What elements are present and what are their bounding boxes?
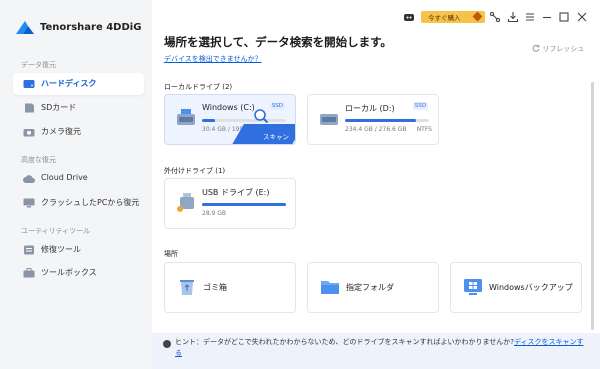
location-label: 指定フォルダ	[346, 283, 394, 292]
windows-backup-icon	[464, 279, 482, 295]
toolbox-icon	[23, 268, 35, 278]
refresh-label: リフレッシュ	[542, 45, 585, 53]
folder-icon	[321, 281, 339, 294]
sidebar: Tenorshare 4DDiG データ復元 ハードディスク SDカード カメラ…	[0, 0, 152, 369]
crashed-pc-icon	[23, 198, 35, 208]
drive-size: 28.9 GB	[202, 210, 227, 217]
sidebar-item-crashed-pc[interactable]: クラッシュしたPCから復元	[13, 192, 144, 214]
hard-drive-icon	[177, 109, 195, 125]
buy-now-label: 今すぐ購入	[428, 14, 461, 22]
drive-usage-fill	[345, 119, 417, 122]
sidebar-item-cloud-drive[interactable]: Cloud Drive	[13, 168, 144, 190]
sidebar-item-label: ツールボックス	[41, 268, 97, 277]
drive-name: Windows (C:)	[202, 103, 255, 112]
scan-button[interactable]: スキャン	[263, 131, 289, 141]
hint-bar: ヒント：データがどこで失われたかわからないため、どのドライブをスキャンすればよい…	[152, 333, 600, 369]
sidebar-item-sd-card[interactable]: SDカード	[13, 97, 144, 119]
minimize-icon[interactable]	[541, 11, 553, 23]
scrollbar[interactable]	[591, 82, 594, 330]
drive-name: ローカル (D:)	[345, 104, 395, 113]
sidebar-item-camera[interactable]: カメラ復元	[13, 121, 144, 143]
drive-name: USB ドライブ (E:)	[202, 188, 270, 197]
external-drives-title: 外付けドライブ (1)	[164, 167, 226, 175]
drive-size: 234.4 GB / 276.6 GB	[345, 126, 407, 133]
download-icon[interactable]	[507, 11, 519, 23]
buy-now-button[interactable]: 今すぐ購入	[421, 11, 485, 23]
refresh-button[interactable]: リフレッシュ	[532, 44, 584, 54]
location-windows-backup[interactable]: Windowsバックアップ	[450, 262, 582, 313]
drive-filesystem: NTFS	[416, 126, 432, 133]
hard-disk-icon	[23, 80, 35, 88]
app-title: Tenorshare 4DDiG	[40, 22, 142, 33]
sidebar-item-label: Cloud Drive	[41, 173, 88, 182]
close-icon[interactable]	[576, 11, 588, 23]
sidebar-item-repair[interactable]: 修復ツール	[13, 239, 144, 261]
refresh-icon	[532, 44, 540, 52]
drive-usage-bar	[202, 203, 286, 206]
sd-card-icon	[25, 103, 34, 113]
sidebar-item-label: カメラ復元	[41, 127, 81, 136]
logo-icon	[16, 21, 34, 34]
robot-icon[interactable]	[403, 11, 415, 23]
drive-usage-fill	[202, 119, 215, 122]
drive-card-c[interactable]: Windows (C:) SSD 30.4 GB / 199.3 GB スキャン	[164, 94, 296, 145]
ssd-badge: SSD	[412, 102, 428, 110]
section-title-utilities: ユーティリティツール	[21, 227, 91, 235]
sidebar-item-label: SDカード	[41, 103, 77, 112]
locations-title: 場所	[164, 250, 178, 258]
usb-drive-icon	[177, 193, 194, 212]
hint-message: ヒント：データがどこで失われたかわからないため、どのドライブをスキャンすればよい…	[175, 338, 514, 346]
drive-card-d[interactable]: ローカル (D:) SSD 234.4 GB / 276.6 GB NTFS	[307, 94, 439, 145]
gem-icon	[472, 11, 483, 22]
drive-usage-bar	[345, 119, 429, 122]
drive-usage-fill	[202, 203, 286, 206]
sidebar-item-label: 修復ツール	[41, 245, 81, 254]
sidebar-item-toolbox[interactable]: ツールボックス	[13, 262, 144, 284]
share-icon[interactable]	[489, 11, 501, 23]
cannot-detect-device-link[interactable]: デバイスを検出できませんか？	[164, 54, 262, 64]
location-label: Windowsバックアップ	[489, 283, 573, 292]
repair-icon	[24, 245, 34, 255]
location-label: ゴミ箱	[203, 283, 227, 292]
sidebar-item-label: ハードディスク	[41, 79, 97, 88]
menu-icon[interactable]	[524, 11, 536, 23]
magnifier-icon	[254, 109, 269, 124]
hint-text: ヒント：データがどこで失われたかわからないため、どのドライブをスキャンすればよい…	[175, 337, 590, 359]
location-recycle-bin[interactable]: ゴミ箱	[164, 262, 296, 313]
sidebar-item-hard-disk[interactable]: ハードディスク	[13, 73, 144, 95]
drive-usage-bar	[202, 119, 286, 122]
section-title-data-recovery: データ復元	[21, 61, 56, 69]
recycle-bin-icon	[180, 280, 194, 295]
maximize-icon[interactable]	[558, 11, 570, 23]
camera-icon	[23, 129, 35, 137]
hard-drive-icon	[320, 114, 338, 125]
ssd-badge: SSD	[269, 102, 285, 110]
location-specified-folder[interactable]: 指定フォルダ	[307, 262, 439, 313]
cloud-icon	[23, 175, 35, 183]
local-drives-title: ローカルドライブ (2)	[164, 83, 233, 91]
section-title-advanced: 高度な復元	[21, 156, 56, 164]
page-title: 場所を選択して、データ検索を開始します。	[164, 35, 392, 49]
app-window: Tenorshare 4DDiG データ復元 ハードディスク SDカード カメラ…	[0, 0, 600, 369]
sidebar-item-label: クラッシュしたPCから復元	[41, 198, 140, 207]
drive-card-usb[interactable]: USB ドライブ (E:) 28.9 GB	[164, 178, 296, 229]
info-icon	[163, 340, 171, 348]
